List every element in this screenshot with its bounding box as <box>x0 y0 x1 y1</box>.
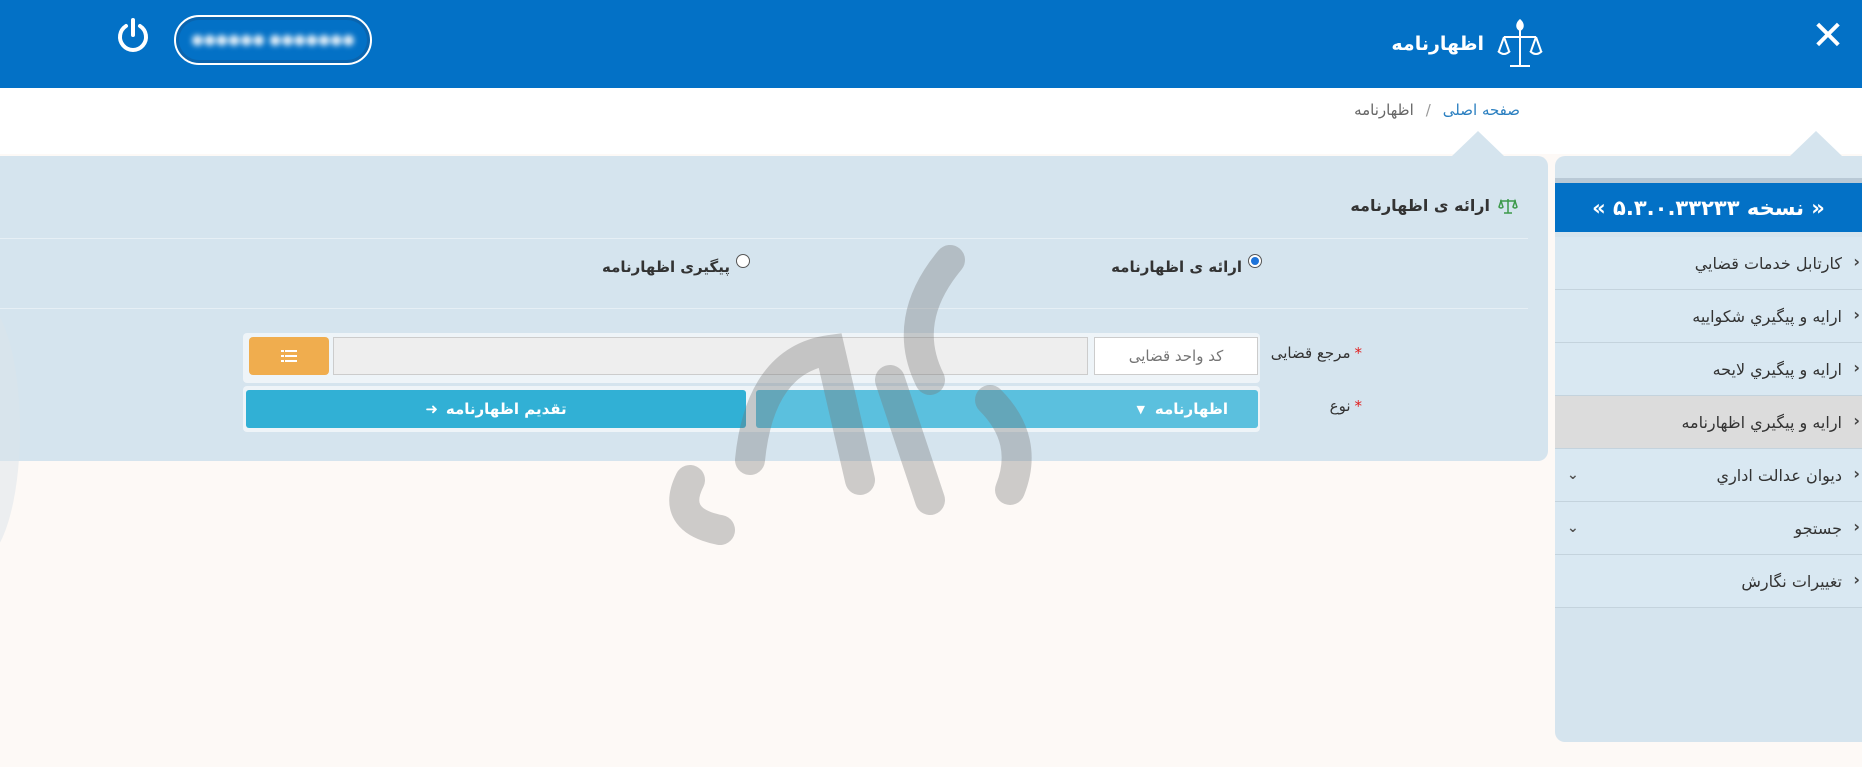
list-icon <box>281 350 297 362</box>
chevron-left-icon: ‹ <box>1853 517 1860 536</box>
scales-icon <box>1498 198 1518 214</box>
breadcrumb-strip <box>0 88 1862 154</box>
power-icon[interactable] <box>115 17 151 55</box>
sidebar-item-search[interactable]: ‹ جستجو ⌄ <box>1555 502 1862 555</box>
chevron-down-icon: ⌄ <box>1567 520 1579 536</box>
app-title: اظهارنامه <box>1391 33 1484 55</box>
panel-title-text: ارائه ی اظهارنامه <box>1350 196 1490 215</box>
sidebar-menu: ‹ كارتابل خدمات قضايي ‹ ارايه و پيگيري ش… <box>1555 237 1862 608</box>
sidebar-item-label: تغییرات نگارش <box>1741 571 1842 591</box>
chevron-left-icon: ‹ <box>1853 305 1860 324</box>
sidebar-item-complaint[interactable]: ‹ ارايه و پيگيري شكواييه <box>1555 290 1862 343</box>
top-bar: ✕ اظهارنامه ●●●●●● ●●●●●●● <box>0 0 1862 88</box>
chevron-left-icon: ‹ <box>1853 252 1860 271</box>
radio-submit-option[interactable]: ارائه ی اظهارنامه <box>1111 254 1262 276</box>
radio-submit[interactable] <box>1248 254 1262 268</box>
breadcrumb-current: اظهارنامه <box>1354 101 1414 119</box>
user-name: ●●●●●● ●●●●●●● <box>191 32 355 48</box>
submit-label: تقدیم اظهارنامه <box>445 400 567 418</box>
chevron-down-icon: ⌄ <box>1567 467 1579 483</box>
judicial-ref-label: *مرجع قضایی <box>1270 344 1363 362</box>
scales-logo-icon <box>1497 19 1543 67</box>
close-icon[interactable]: ✕ <box>1808 16 1848 56</box>
chevron-left-icon: ‹ <box>1853 411 1860 430</box>
type-select-value: اظهارنامه <box>1154 400 1228 418</box>
sidebar-item-judicial-cartable[interactable]: ‹ كارتابل خدمات قضايي <box>1555 237 1862 290</box>
sidebar: « نسخه ۵.۳.۰.۳۳۲۳۳ » ‹ كارتابل خدمات قضا… <box>1555 156 1862 742</box>
version-banner: « نسخه ۵.۳.۰.۳۳۲۳۳ » <box>1555 178 1862 232</box>
user-menu-button[interactable]: ●●●●●● ●●●●●●● <box>174 15 372 65</box>
radio-submit-label: ارائه ی اظهارنامه <box>1111 258 1242 276</box>
chevron-left-icon: ‹ <box>1853 570 1860 589</box>
chevron-left-icon: ‹ <box>1853 358 1860 377</box>
main-pointer <box>1452 131 1504 156</box>
panel-title: ارائه ی اظهارنامه <box>1350 196 1518 215</box>
type-label: *نوع <box>1329 397 1363 415</box>
sidebar-item-label: ارايه و پيگيري اظهارنامه <box>1681 412 1842 432</box>
watermark-logo <box>669 245 1032 545</box>
breadcrumb: صفحه اصلی / اظهارنامه <box>1354 98 1520 122</box>
required-marker: * <box>1354 344 1363 362</box>
required-marker: * <box>1354 397 1363 415</box>
judicial-code-input[interactable] <box>1094 337 1258 375</box>
sidebar-item-label: ارايه و پيگيري شكواييه <box>1692 306 1842 326</box>
breadcrumb-separator: / <box>1425 101 1431 119</box>
sidebar-item-declaration[interactable]: ‹ ارايه و پيگيري اظهارنامه <box>1555 396 1862 449</box>
app-brand: اظهارنامه <box>1391 16 1544 72</box>
breadcrumb-home-link[interactable]: صفحه اصلی <box>1443 101 1520 119</box>
sidebar-item-label: ديوان عدالت اداري <box>1716 465 1842 485</box>
sidebar-item-admin-court[interactable]: ‹ ديوان عدالت اداري ⌄ <box>1555 449 1862 502</box>
sidebar-item-label: كارتابل خدمات قضايي <box>1694 253 1842 273</box>
caret-down-icon: ▼ <box>1136 402 1145 416</box>
sidebar-item-bill[interactable]: ‹ ارايه و پيگيري لايحه <box>1555 343 1862 396</box>
list-button[interactable] <box>249 337 329 375</box>
arrow-right-icon: ➜ <box>425 400 438 418</box>
sidebar-item-changelog[interactable]: ‹ تغییرات نگارش <box>1555 555 1862 608</box>
sidebar-item-label: ارايه و پيگيري لايحه <box>1712 359 1842 379</box>
chevron-left-icon: ‹ <box>1853 464 1860 483</box>
sidebar-pointer <box>1790 131 1842 156</box>
divider <box>0 238 1528 239</box>
sidebar-item-label: جستجو <box>1794 518 1842 538</box>
